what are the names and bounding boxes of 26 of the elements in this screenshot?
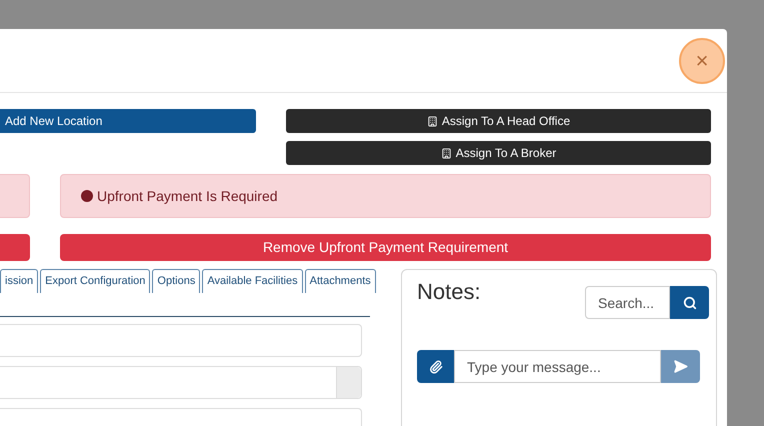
- send-button[interactable]: [661, 350, 700, 383]
- input-addon: [336, 367, 361, 398]
- tab[interactable]: Attachments: [304, 269, 376, 293]
- action-button[interactable]: [0, 234, 30, 261]
- attach-button[interactable]: [417, 350, 454, 383]
- send-icon: [673, 359, 688, 374]
- search-button[interactable]: [670, 286, 709, 319]
- search-icon: [682, 296, 696, 310]
- search-field[interactable]: Search...: [585, 286, 670, 319]
- input-field[interactable]: [0, 366, 362, 399]
- tab[interactable]: Options: [152, 269, 200, 293]
- assign-button[interactable]: Assign To A Head Office: [286, 109, 711, 133]
- tab[interactable]: Export Configuration: [40, 269, 150, 293]
- building-icon: [426, 116, 438, 126]
- message-field[interactable]: Type your message...: [454, 350, 661, 383]
- paperclip-icon: [428, 360, 442, 374]
- alert-text: Upfront Payment Is Required: [97, 186, 278, 206]
- notes-title: Notes:: [417, 278, 481, 306]
- tab[interactable]: Available Facilities: [202, 269, 303, 293]
- alert-box: [0, 174, 30, 218]
- assign-button[interactable]: Assign To A Broker: [286, 141, 711, 165]
- tab[interactable]: ission: [0, 269, 38, 293]
- add-location-button[interactable]: Add New Location: [0, 109, 256, 133]
- remove-requirement-button[interactable]: Remove Upfront Payment Requirement: [60, 234, 711, 261]
- building-icon: [440, 148, 452, 158]
- input-field[interactable]: [0, 324, 362, 357]
